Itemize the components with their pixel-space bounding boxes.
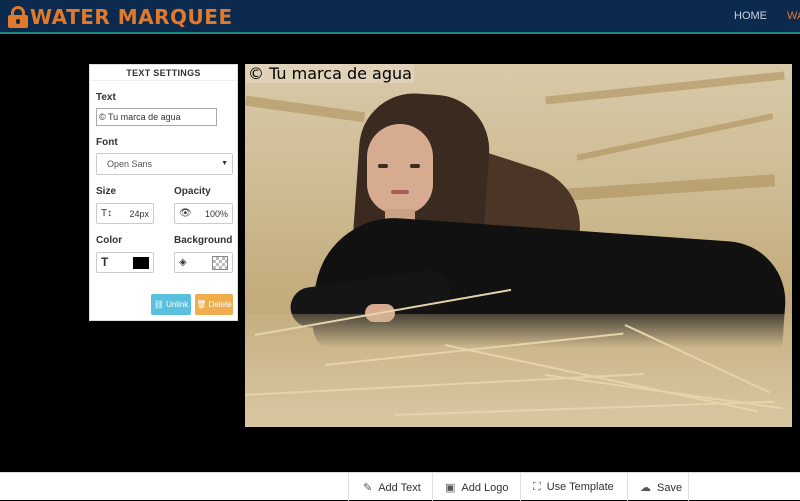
eye-icon: 👁 — [179, 208, 192, 219]
color-label: Color — [96, 235, 123, 246]
image-icon: ▣ — [445, 482, 456, 494]
size-label: Size — [96, 186, 117, 197]
paint-bucket-icon: ◈ — [179, 257, 187, 268]
use-template-button[interactable]: ⛶ Use Template — [520, 473, 627, 501]
opacity-input[interactable]: 👁 100% — [174, 203, 233, 224]
opacity-label: Opacity — [174, 186, 211, 197]
watermark-text-input[interactable]: © Tu marca de agua — [96, 108, 217, 126]
text-settings-panel: TEXT SETTINGS Text © Tu marca de agua Fo… — [89, 64, 238, 321]
add-logo-button[interactable]: ▣ Add Logo — [432, 473, 520, 501]
top-nav: HOME WA — [734, 10, 800, 22]
add-text-button[interactable]: ✎ Add Text — [348, 473, 432, 501]
text-color-icon: T — [101, 255, 109, 269]
template-icon: ⛶ — [533, 481, 541, 493]
panel-title: TEXT SETTINGS — [90, 65, 237, 81]
caret-down-icon: ▼ — [221, 160, 228, 167]
lock-icon — [8, 6, 28, 28]
bottom-toolbar: ✎ Add Text ▣ Add Logo ⛶ Use Template ☁ Save — [0, 472, 800, 501]
trash-icon: 🗑 — [196, 300, 209, 309]
delete-button[interactable]: 🗑 Delete — [195, 294, 233, 315]
watermark-text[interactable]: © Tu marca de agua — [246, 64, 414, 83]
background-label: Background — [174, 235, 233, 246]
pencil-icon: ✎ — [363, 482, 373, 494]
photo-canvas[interactable]: © Tu marca de agua — [245, 64, 792, 427]
size-value: 24px — [129, 209, 149, 219]
background-picker[interactable]: ◈ — [174, 252, 233, 273]
save-button[interactable]: ☁ Save — [627, 473, 689, 501]
nav-home-link[interactable]: HOME — [734, 10, 767, 22]
unlink-button[interactable]: ⛓ Unlink — [151, 294, 191, 315]
photo-face — [367, 124, 433, 214]
font-select-value: Open Sans — [107, 159, 153, 169]
transparent-swatch — [212, 256, 228, 270]
color-picker[interactable]: T — [96, 252, 154, 273]
font-select[interactable]: Open Sans ▼ — [96, 153, 233, 175]
size-input[interactable]: T↕ 24px — [96, 203, 154, 224]
logo-text: WATER MARQUEE — [30, 5, 233, 29]
text-label: Text — [96, 92, 116, 103]
logo[interactable]: WATER MARQUEE — [8, 5, 233, 29]
nav-water-link[interactable]: WA — [787, 10, 800, 22]
color-swatch — [133, 257, 149, 269]
font-label: Font — [96, 137, 118, 148]
text-size-icon: T↕ — [101, 208, 113, 219]
cloud-download-icon: ☁ — [640, 482, 651, 494]
app-header: WATER MARQUEE HOME WA — [0, 0, 800, 34]
unlink-icon: ⛓ — [153, 300, 167, 309]
opacity-value: 100% — [204, 209, 228, 219]
